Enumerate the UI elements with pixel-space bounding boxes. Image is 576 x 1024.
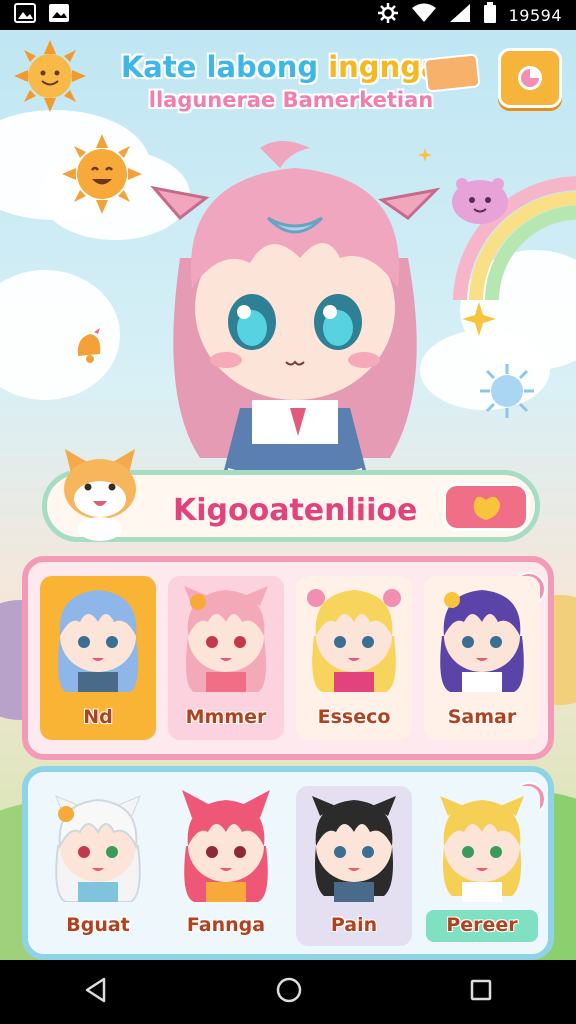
character-name-label: Bguat — [66, 914, 130, 936]
character-portrait — [440, 590, 524, 692]
heart-icon — [473, 496, 500, 520]
character-portrait — [184, 586, 268, 692]
signal-icon — [449, 3, 471, 27]
character-slot-mmmer[interactable]: Mmmer — [168, 576, 284, 740]
character-slot-nd[interactable]: Nd — [40, 576, 156, 740]
settings-button[interactable] — [498, 48, 562, 108]
battery-icon — [483, 2, 497, 28]
favorite-button[interactable] — [443, 483, 529, 531]
character-portrait — [312, 796, 396, 902]
character-portrait — [440, 796, 524, 902]
character-name-label: Mmmer — [185, 706, 267, 728]
main-character-chibi[interactable] — [140, 138, 450, 488]
status-bar: 19594 — [0, 0, 576, 30]
character-slot-fannga[interactable]: Fannga — [168, 786, 284, 946]
character-name-label: Samar — [447, 706, 517, 728]
pink-creature-icon — [452, 178, 508, 224]
title-part-1: Kate labong — [120, 50, 319, 84]
character-slot-samar[interactable]: Samar — [424, 576, 540, 740]
photo-icon — [48, 3, 70, 27]
game-subtitle: llagunerae Bamerketian — [148, 88, 434, 112]
clock-time: 19594 — [508, 5, 562, 25]
home-circle-icon — [276, 977, 302, 1003]
star-sparkle-icon — [462, 302, 496, 336]
image-icon — [14, 3, 36, 27]
blue-sun-icon — [480, 364, 534, 418]
game-screen: Kate labong ingngan llagunerae Bamerketi… — [0, 30, 576, 960]
character-name-label: Esseco — [317, 706, 391, 728]
settings-gear-icon — [377, 2, 399, 28]
roster-panel-1: × Nd Mmmer — [22, 556, 554, 760]
character-portrait — [55, 795, 141, 902]
character-portrait — [307, 589, 401, 692]
character-slot-pain[interactable]: Pain — [296, 786, 412, 946]
character-slot-esseco[interactable]: Esseco — [296, 576, 412, 740]
back-button[interactable] — [82, 976, 110, 1008]
wifi-icon — [411, 3, 437, 27]
character-name-label: Pain — [330, 914, 378, 936]
roster-panel-2: × Bguat — [22, 766, 554, 960]
smiling-sun-icon — [62, 134, 142, 214]
system-navigation-bar — [0, 960, 576, 1024]
sun-icon — [14, 40, 86, 112]
bell-icon — [77, 328, 101, 363]
character-name-label: Nd — [83, 706, 113, 728]
recents-square-icon — [470, 979, 492, 1001]
character-name-bar: Kigooatenliioe — [42, 449, 540, 542]
character-slot-pereer[interactable]: Pereer — [424, 786, 540, 946]
character-name: Kigooatenliioe — [173, 493, 418, 528]
character-slot-bguat[interactable]: Bguat — [40, 786, 156, 946]
home-button[interactable] — [274, 975, 304, 1009]
recents-button[interactable] — [468, 977, 494, 1007]
character-name-label: Pereer — [446, 914, 518, 936]
character-portrait — [182, 790, 270, 902]
back-triangle-icon — [85, 977, 106, 1003]
character-portrait — [58, 590, 138, 692]
title-badge-decoration — [423, 53, 481, 93]
character-name-label: Fannga — [186, 914, 266, 936]
settings-icon — [518, 66, 542, 90]
cat-mascot-icon — [64, 449, 136, 541]
